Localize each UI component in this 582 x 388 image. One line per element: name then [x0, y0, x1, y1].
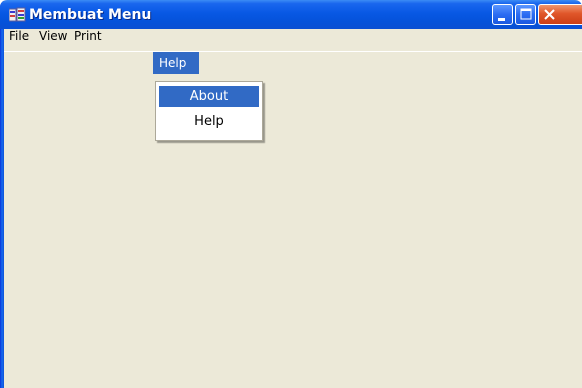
app-window: Membuat Menu File View Print Help About …: [0, 0, 582, 388]
menu-print[interactable]: Print: [69, 27, 107, 46]
client-area[interactable]: File View Print: [4, 0, 582, 388]
window-title: Membuat Menu: [29, 7, 152, 23]
menu-help[interactable]: Help: [153, 52, 199, 74]
maximize-icon: [520, 8, 532, 20]
menu-item-about[interactable]: About: [159, 86, 259, 107]
minimize-icon: [498, 18, 505, 21]
app-icon[interactable]: [8, 7, 26, 23]
help-dropdown-menu: About Help: [155, 81, 263, 141]
menu-view[interactable]: View: [34, 27, 72, 46]
title-bar[interactable]: Membuat Menu: [0, 0, 582, 29]
close-icon: [544, 9, 555, 20]
menu-item-help[interactable]: Help: [159, 111, 259, 132]
maximize-button[interactable]: [515, 4, 536, 25]
minimize-button[interactable]: [492, 4, 513, 25]
window-frame-left: [0, 29, 4, 388]
menu-file[interactable]: File: [4, 27, 34, 46]
close-button[interactable]: [538, 4, 582, 25]
